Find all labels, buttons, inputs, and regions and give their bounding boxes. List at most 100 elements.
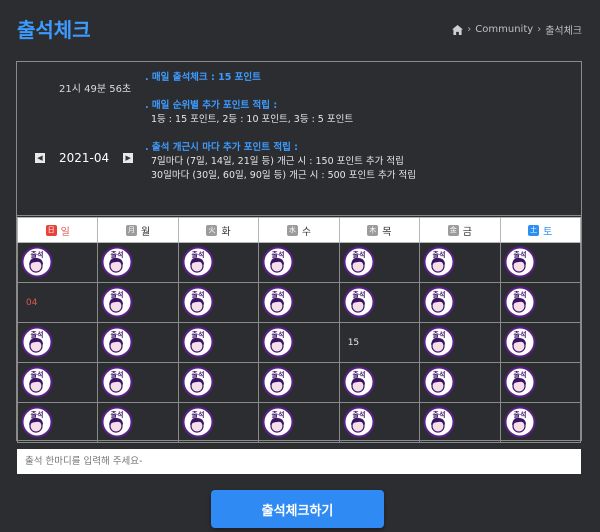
- rank-rule-line: 1등 : 15 포인트, 2등 : 10 포인트, 3등 : 5 포인트: [151, 114, 354, 125]
- calendar-day-cell[interactable]: 출석: [499, 282, 582, 323]
- attendance-stamp-icon: 출석: [343, 406, 375, 438]
- calendar-day-cell[interactable]: 출석: [419, 402, 501, 443]
- breadcrumb-community[interactable]: Community: [475, 24, 533, 35]
- calendar-day-cell[interactable]: 출석: [16, 322, 99, 363]
- svg-text:출석: 출석: [31, 250, 44, 259]
- attendance-stamp-icon: 출석: [262, 406, 294, 438]
- calendar-day-cell[interactable]: 출석: [258, 402, 340, 443]
- attendance-stamp-icon: 출석: [504, 246, 536, 278]
- attendance-stamp-icon: 출석: [182, 406, 214, 438]
- attendance-stamp-icon: 출석: [343, 246, 375, 278]
- calendar-day-cell[interactable]: 15: [338, 322, 421, 363]
- attendance-stamp-icon: 출석: [182, 246, 214, 278]
- svg-text:출석: 출석: [272, 330, 285, 339]
- calendar-day-cell[interactable]: 출석: [338, 402, 421, 443]
- calendar-day-cell[interactable]: 출석: [499, 402, 582, 443]
- svg-text:출석: 출석: [31, 370, 44, 379]
- attendance-stamp-icon: 출석: [101, 286, 133, 318]
- attendance-stamp-icon: 출석: [504, 286, 536, 318]
- calendar-day-cell[interactable]: 출석: [499, 322, 582, 363]
- calendar-day-cell[interactable]: 출석: [177, 242, 260, 283]
- calendar-day-cell[interactable]: 출석: [97, 362, 179, 403]
- svg-text:출석: 출석: [433, 290, 446, 299]
- attendance-stamp-icon: 출석: [262, 326, 294, 358]
- calendar-day-cell[interactable]: 출석: [177, 282, 260, 323]
- calendar-day-cell[interactable]: 출석: [177, 402, 260, 443]
- calendar-day-cell[interactable]: 출석: [97, 322, 179, 363]
- weekday-chip-icon: 水: [286, 224, 298, 236]
- current-time: 21시 49분 56초: [59, 84, 132, 95]
- prev-month-button[interactable]: ◀: [35, 153, 45, 163]
- chevron-right-icon: ›: [537, 24, 542, 35]
- calendar-day-cell[interactable]: 출석: [97, 402, 179, 443]
- weekday-chip-icon: 木: [367, 224, 379, 236]
- calendar-day-cell[interactable]: 출석: [97, 282, 179, 323]
- daily-rule-title: . 매일 출석체크 : 15 포인트: [145, 72, 261, 83]
- calendar-day-number: 04: [26, 298, 38, 308]
- svg-text:출석: 출석: [352, 290, 365, 299]
- svg-text:출석: 출석: [513, 250, 526, 259]
- calendar-day-cell[interactable]: 출석: [177, 362, 260, 403]
- attendance-stamp-icon: 출석: [101, 366, 133, 398]
- calendar-day-cell[interactable]: 출석: [16, 242, 99, 283]
- calendar-day-cell[interactable]: 출석: [499, 242, 582, 283]
- weekday-label: 일: [60, 226, 70, 238]
- svg-text:출석: 출석: [191, 290, 204, 299]
- streak-rule-line-2: 30일마다 (30일, 60일, 90일 등) 개근 시 : 500 포인트 추…: [151, 170, 416, 181]
- attendance-stamp-icon: 출석: [423, 406, 455, 438]
- svg-text:출석: 출석: [433, 250, 446, 259]
- svg-text:출석: 출석: [111, 410, 124, 419]
- rank-rule-title: . 매일 순위별 추가 포인트 적립 :: [145, 100, 278, 111]
- attendance-stamp-icon: 출석: [423, 286, 455, 318]
- next-month-button[interactable]: ▶: [123, 153, 134, 163]
- point-rules: . 매일 출석체크 : 15 포인트 . 매일 순위별 추가 포인트 적립 : …: [145, 71, 416, 183]
- attendance-stamp-icon: 출석: [21, 246, 53, 278]
- svg-text:출석: 출석: [111, 370, 124, 379]
- svg-text:출석: 출석: [513, 290, 526, 299]
- svg-text:출석: 출석: [272, 410, 285, 419]
- breadcrumb: › Community › 출석체크: [452, 22, 582, 37]
- calendar-day-cell[interactable]: 출석: [419, 282, 501, 323]
- calendar-day-cell[interactable]: 출석: [258, 322, 340, 363]
- calendar-day-cell[interactable]: 출석: [419, 322, 501, 363]
- svg-text:출석: 출석: [191, 410, 204, 419]
- calendar-day-cell[interactable]: 출석: [419, 362, 501, 403]
- weekday-label: 월: [141, 226, 151, 238]
- svg-text:출석: 출석: [352, 370, 365, 379]
- weekday-header: 水수: [258, 217, 340, 243]
- calendar-day-cell[interactable]: 출석: [177, 322, 260, 363]
- calendar-day-cell[interactable]: 출석: [338, 282, 421, 323]
- attendance-submit-button[interactable]: 출석체크하기: [211, 490, 384, 528]
- calendar-day-cell[interactable]: 출석: [499, 362, 582, 403]
- attendance-stamp-icon: 출석: [504, 406, 536, 438]
- attendance-stamp-icon: 출석: [343, 286, 375, 318]
- calendar-day-cell[interactable]: 출석: [16, 362, 99, 403]
- weekday-chip-icon: 土: [528, 224, 540, 236]
- attendance-stamp-icon: 출석: [21, 366, 53, 398]
- calendar-day-cell[interactable]: 04: [16, 282, 99, 323]
- calendar-day-cell[interactable]: 출석: [97, 242, 179, 283]
- attendance-stamp-icon: 출석: [504, 366, 536, 398]
- calendar-week-row: 출석 출석 출석 출석 출석 출석 출석: [16, 362, 582, 403]
- weekday-header: 火화: [177, 217, 260, 243]
- calendar-week-row: 출석 출석 출석 출석 출석 출석 출석: [16, 242, 582, 283]
- svg-text:출석: 출석: [433, 410, 446, 419]
- calendar-day-cell[interactable]: 출석: [419, 242, 501, 283]
- info-section: 21시 49분 56초 ◀ 2021-04 ▶ . 매일 출석체크 : 15 포…: [17, 62, 581, 216]
- calendar-day-cell[interactable]: 출석: [338, 242, 421, 283]
- weekday-header: 木목: [338, 217, 421, 243]
- calendar-day-number: 15: [347, 338, 360, 348]
- comment-input[interactable]: [17, 449, 581, 474]
- weekday-label: 수: [301, 226, 312, 238]
- calendar-day-cell[interactable]: 출석: [258, 282, 340, 323]
- svg-text:출석: 출석: [191, 250, 204, 259]
- calendar-day-cell[interactable]: 출석: [338, 362, 421, 403]
- attendance-stamp-icon: 출석: [262, 366, 294, 398]
- home-icon[interactable]: [452, 24, 464, 35]
- streak-rule-line-1: 7일마다 (7일, 14일, 21일 등) 개근 시 : 150 포인트 추가 …: [151, 156, 404, 167]
- weekday-header: 月월: [97, 217, 179, 243]
- calendar-day-cell[interactable]: 출석: [258, 362, 340, 403]
- calendar-day-cell[interactable]: 출석: [16, 402, 99, 443]
- attendance-panel: 21시 49분 56초 ◀ 2021-04 ▶ . 매일 출석체크 : 15 포…: [16, 61, 582, 443]
- calendar-day-cell[interactable]: 출석: [258, 242, 340, 283]
